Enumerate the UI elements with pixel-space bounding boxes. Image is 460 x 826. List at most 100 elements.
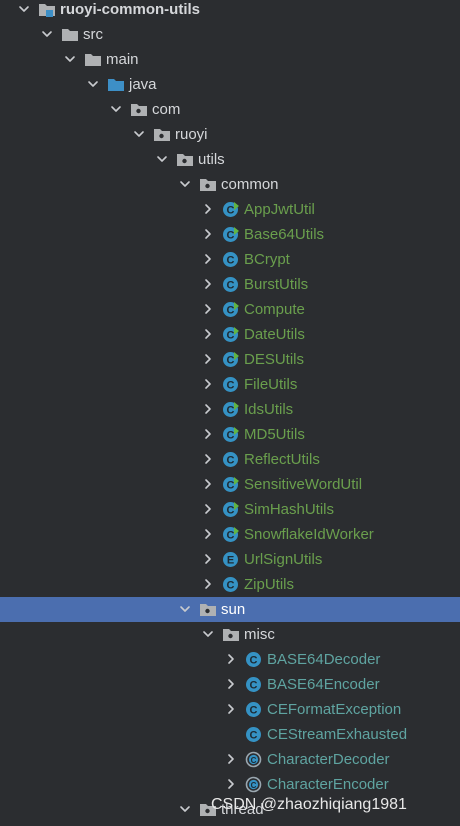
class-modified-icon: C [222, 526, 240, 543]
tree-row-dateutils[interactable]: C DateUtils [0, 322, 460, 347]
chevron-down-icon[interactable] [200, 626, 216, 642]
chevron-down-icon[interactable] [177, 801, 193, 817]
tree-row-label: SensitiveWordUtil [244, 476, 363, 493]
chevron-right-icon[interactable] [200, 376, 216, 392]
tree-row-idsutils[interactable]: C IdsUtils [0, 397, 460, 422]
package-icon [153, 126, 171, 143]
tree-row-characterdecoder[interactable]: C CharacterDecoder [0, 747, 460, 772]
module-folder-icon [38, 1, 56, 18]
chevron-right-icon[interactable] [200, 551, 216, 567]
package-icon [199, 601, 217, 618]
tree-row-snowflakeidworker[interactable]: C SnowflakeIdWorker [0, 522, 460, 547]
tree-row-appjwtutil[interactable]: C AppJwtUtil [0, 197, 460, 222]
chevron-down-icon[interactable] [39, 26, 55, 42]
tree-row-base64decoder[interactable]: C BASE64Decoder [0, 647, 460, 672]
chevron-right-icon[interactable] [200, 351, 216, 367]
tree-row-fileutils[interactable]: C FileUtils [0, 372, 460, 397]
tree-row-sun[interactable]: sun [0, 597, 460, 622]
chevron-down-icon[interactable] [85, 76, 101, 92]
class-modified-icon: C [222, 426, 240, 443]
chevron-down-icon[interactable] [177, 176, 193, 192]
chevron-down-icon[interactable] [108, 101, 124, 117]
watermark: CSDN @zhaozhiqiang1981 [211, 796, 407, 813]
chevron-right-icon[interactable] [200, 251, 216, 267]
chevron-right-icon[interactable] [223, 751, 239, 767]
chevron-down-icon[interactable] [177, 601, 193, 617]
tree-row-cestreamexhausted[interactable]: C CEStreamExhausted [0, 722, 460, 747]
package-icon [130, 101, 148, 118]
svg-text:C: C [250, 705, 258, 717]
tree-row-main[interactable]: main [0, 47, 460, 72]
class-icon: C [245, 701, 263, 718]
chevron-right-icon[interactable] [200, 401, 216, 417]
tree-row-label: CharacterDecoder [267, 751, 390, 768]
chevron-right-icon[interactable] [200, 426, 216, 442]
tree-row-characterencoder[interactable]: C CharacterEncoder [0, 772, 460, 797]
tree-row-com[interactable]: com [0, 97, 460, 122]
tree-row-md5utils[interactable]: C MD5Utils [0, 422, 460, 447]
tree-row-burstutils[interactable]: C BurstUtils [0, 272, 460, 297]
tree-row-common[interactable]: common [0, 172, 460, 197]
tree-row-base64utils[interactable]: C Base64Utils [0, 222, 460, 247]
tree-row-label: IdsUtils [244, 401, 294, 418]
tree-row-misc[interactable]: misc [0, 622, 460, 647]
chevron-right-icon[interactable] [200, 226, 216, 242]
chevron-right-icon[interactable] [200, 276, 216, 292]
tree-row-ruoyi-common-utils[interactable]: ruoyi-common-utils [0, 0, 460, 22]
project-tree[interactable]: ruoyi-common-utils src main java com ruoyi uti… [0, 0, 460, 826]
chevron-down-icon[interactable] [16, 1, 32, 17]
tree-row-label: CEFormatException [267, 701, 402, 718]
tree-row-utils[interactable]: utils [0, 147, 460, 172]
tree-row-base64encoder[interactable]: C BASE64Encoder [0, 672, 460, 697]
chevron-down-icon[interactable] [154, 151, 170, 167]
chevron-right-icon[interactable] [200, 576, 216, 592]
chevron-down-icon[interactable] [131, 126, 147, 142]
svg-text:C: C [227, 505, 235, 517]
tree-row-bcrypt[interactable]: C BCrypt [0, 247, 460, 272]
chevron-down-icon[interactable] [62, 51, 78, 67]
class-modified-icon: C [222, 301, 240, 318]
svg-text:C: C [251, 756, 257, 765]
tree-row-urlsignutils[interactable]: E UrlSignUtils [0, 547, 460, 572]
class-icon: C [222, 576, 240, 593]
chevron-right-icon[interactable] [200, 326, 216, 342]
chevron-right-icon[interactable] [200, 451, 216, 467]
tree-row-label: DateUtils [244, 326, 305, 343]
chevron-right-icon[interactable] [223, 701, 239, 717]
tree-row-label: SnowflakeIdWorker [244, 526, 374, 543]
tree-row-java[interactable]: java [0, 72, 460, 97]
chevron-right-icon[interactable] [200, 476, 216, 492]
tree-row-src[interactable]: src [0, 22, 460, 47]
tree-row-label: SimHashUtils [244, 501, 335, 518]
tree-row-label: FileUtils [244, 376, 298, 393]
package-icon [222, 626, 240, 643]
tree-row-label: BCrypt [244, 251, 290, 268]
chevron-right-icon[interactable] [200, 526, 216, 542]
chevron-right-icon[interactable] [200, 501, 216, 517]
tree-row-label: misc [244, 626, 275, 643]
tree-row-ziputils[interactable]: C ZipUtils [0, 572, 460, 597]
class-modified-icon: C [222, 351, 240, 368]
tree-row-simhashutils[interactable]: C SimHashUtils [0, 497, 460, 522]
tree-row-ceformatexception[interactable]: C CEFormatException [0, 697, 460, 722]
tree-row-ruoyi[interactable]: ruoyi [0, 122, 460, 147]
class-icon: C [222, 276, 240, 293]
package-icon [199, 176, 217, 193]
chevron-right-icon[interactable] [223, 676, 239, 692]
chevron-right-icon[interactable] [223, 651, 239, 667]
tree-row-desutils[interactable]: C DESUtils [0, 347, 460, 372]
svg-text:C: C [227, 480, 235, 492]
class-icon: C [245, 726, 263, 743]
svg-text:C: C [250, 655, 258, 667]
chevron-right-icon[interactable] [223, 776, 239, 792]
tree-row-compute[interactable]: C Compute [0, 297, 460, 322]
tree-row-sensitivewordutil[interactable]: C SensitiveWordUtil [0, 472, 460, 497]
tree-row-label: BurstUtils [244, 276, 309, 293]
class-modified-icon: C [222, 501, 240, 518]
tree-row-reflectutils[interactable]: C ReflectUtils [0, 447, 460, 472]
chevron-right-icon[interactable] [200, 201, 216, 217]
tree-row-label: Compute [244, 301, 305, 318]
svg-text:C: C [227, 405, 235, 417]
chevron-right-icon[interactable] [200, 301, 216, 317]
tree-row-label: DESUtils [244, 351, 305, 368]
